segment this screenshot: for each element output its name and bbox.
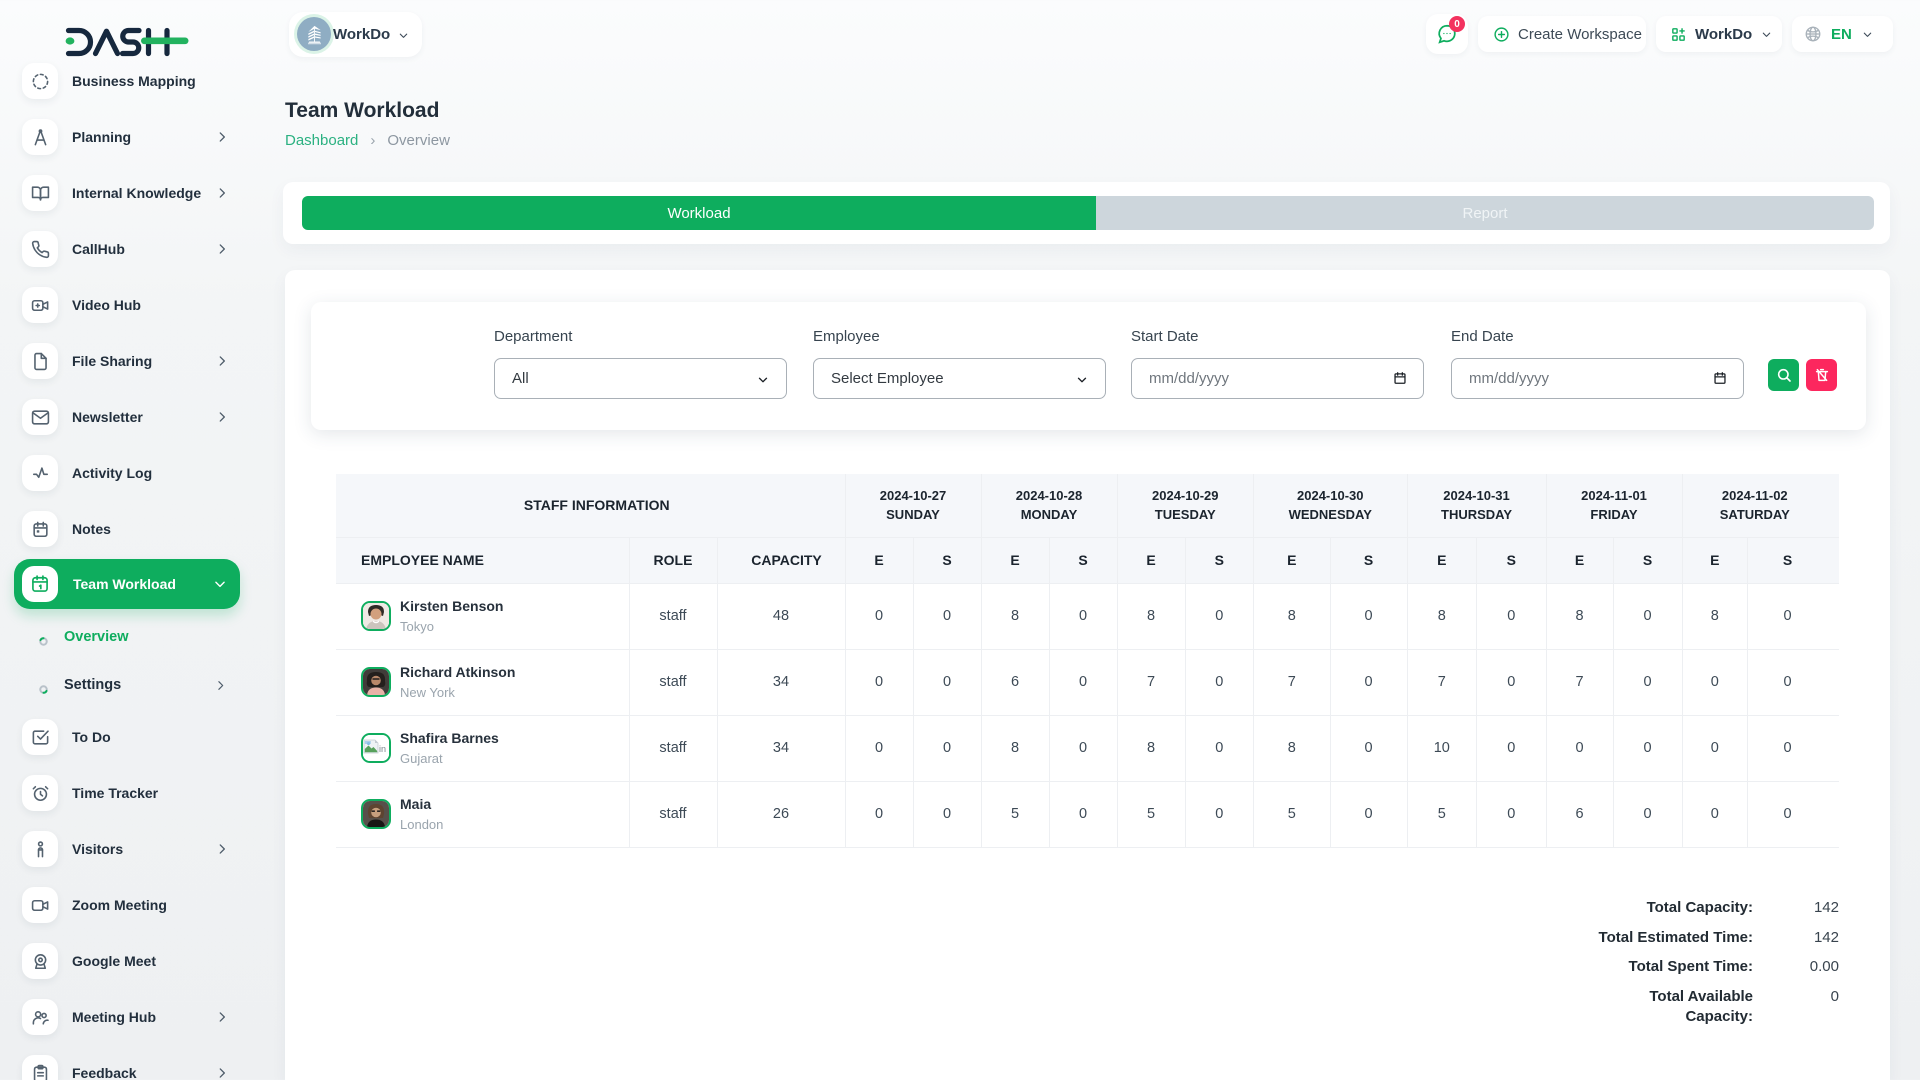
- svg-text:in: in: [379, 744, 386, 754]
